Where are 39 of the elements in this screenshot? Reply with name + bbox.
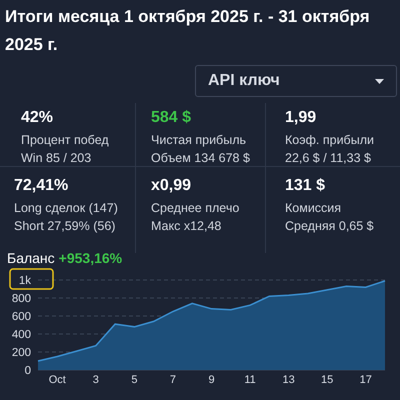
- y-tick-label: 1k: [18, 275, 31, 287]
- x-tick-label: 3: [92, 374, 99, 385]
- balance-change: +953,16%: [58, 249, 122, 267]
- x-tick-label: 11: [244, 374, 256, 385]
- stat-label: Комиссия: [285, 200, 342, 217]
- stat-value: 131 $: [285, 176, 326, 196]
- stat-label: Среднее плечо: [151, 200, 240, 217]
- stat-detail: 22,6 $ / 11,33 $: [285, 150, 372, 167]
- api-key-dropdown[interactable]: API ключ: [195, 65, 397, 97]
- stat-detail: Макс x12,48: [151, 218, 222, 235]
- x-tick-label: 9: [208, 374, 215, 385]
- stat-detail: Средняя 0,65 $: [285, 218, 375, 235]
- balance-label: Баланс: [7, 249, 55, 267]
- stat-value: 1,99: [285, 108, 318, 128]
- highlight-annotation: [9, 268, 54, 290]
- y-tick-label: 800: [12, 293, 31, 305]
- stat-label: Чистая прибыль: [151, 132, 247, 149]
- stat-label: Процент побед: [21, 132, 110, 149]
- stat-label: Коэф. прибыли: [285, 132, 375, 149]
- caret-icon: [375, 78, 384, 84]
- stat-value: 584 $: [151, 108, 192, 128]
- stat-value: x0,99: [151, 176, 192, 196]
- x-tick-label: 13: [282, 374, 295, 385]
- x-tick-label: 15: [321, 374, 334, 385]
- x-tick-label: 17: [360, 374, 372, 385]
- y-tick-label: 0: [24, 365, 31, 377]
- stat-value: 72,41%: [14, 176, 70, 196]
- stat-label: Long сделок (147): [14, 200, 119, 217]
- x-tick-label: Oct: [48, 374, 66, 385]
- stat-detail: Объем 134 678 $: [151, 150, 251, 167]
- x-tick-label: 7: [170, 374, 176, 385]
- y-tick-label: 400: [12, 329, 31, 341]
- x-tick-label: 5: [131, 374, 138, 385]
- stat-detail: Win 85 / 203: [21, 150, 92, 167]
- stat-value: 42%: [21, 108, 54, 128]
- page-title: Итоги месяца 1 октября 2025 г. - 31 октября 2025 г.: [4, 6, 371, 56]
- y-tick-label: 600: [12, 311, 31, 323]
- stat-detail: Short 27,59% (56): [14, 218, 116, 235]
- y-tick-label: 200: [12, 347, 31, 359]
